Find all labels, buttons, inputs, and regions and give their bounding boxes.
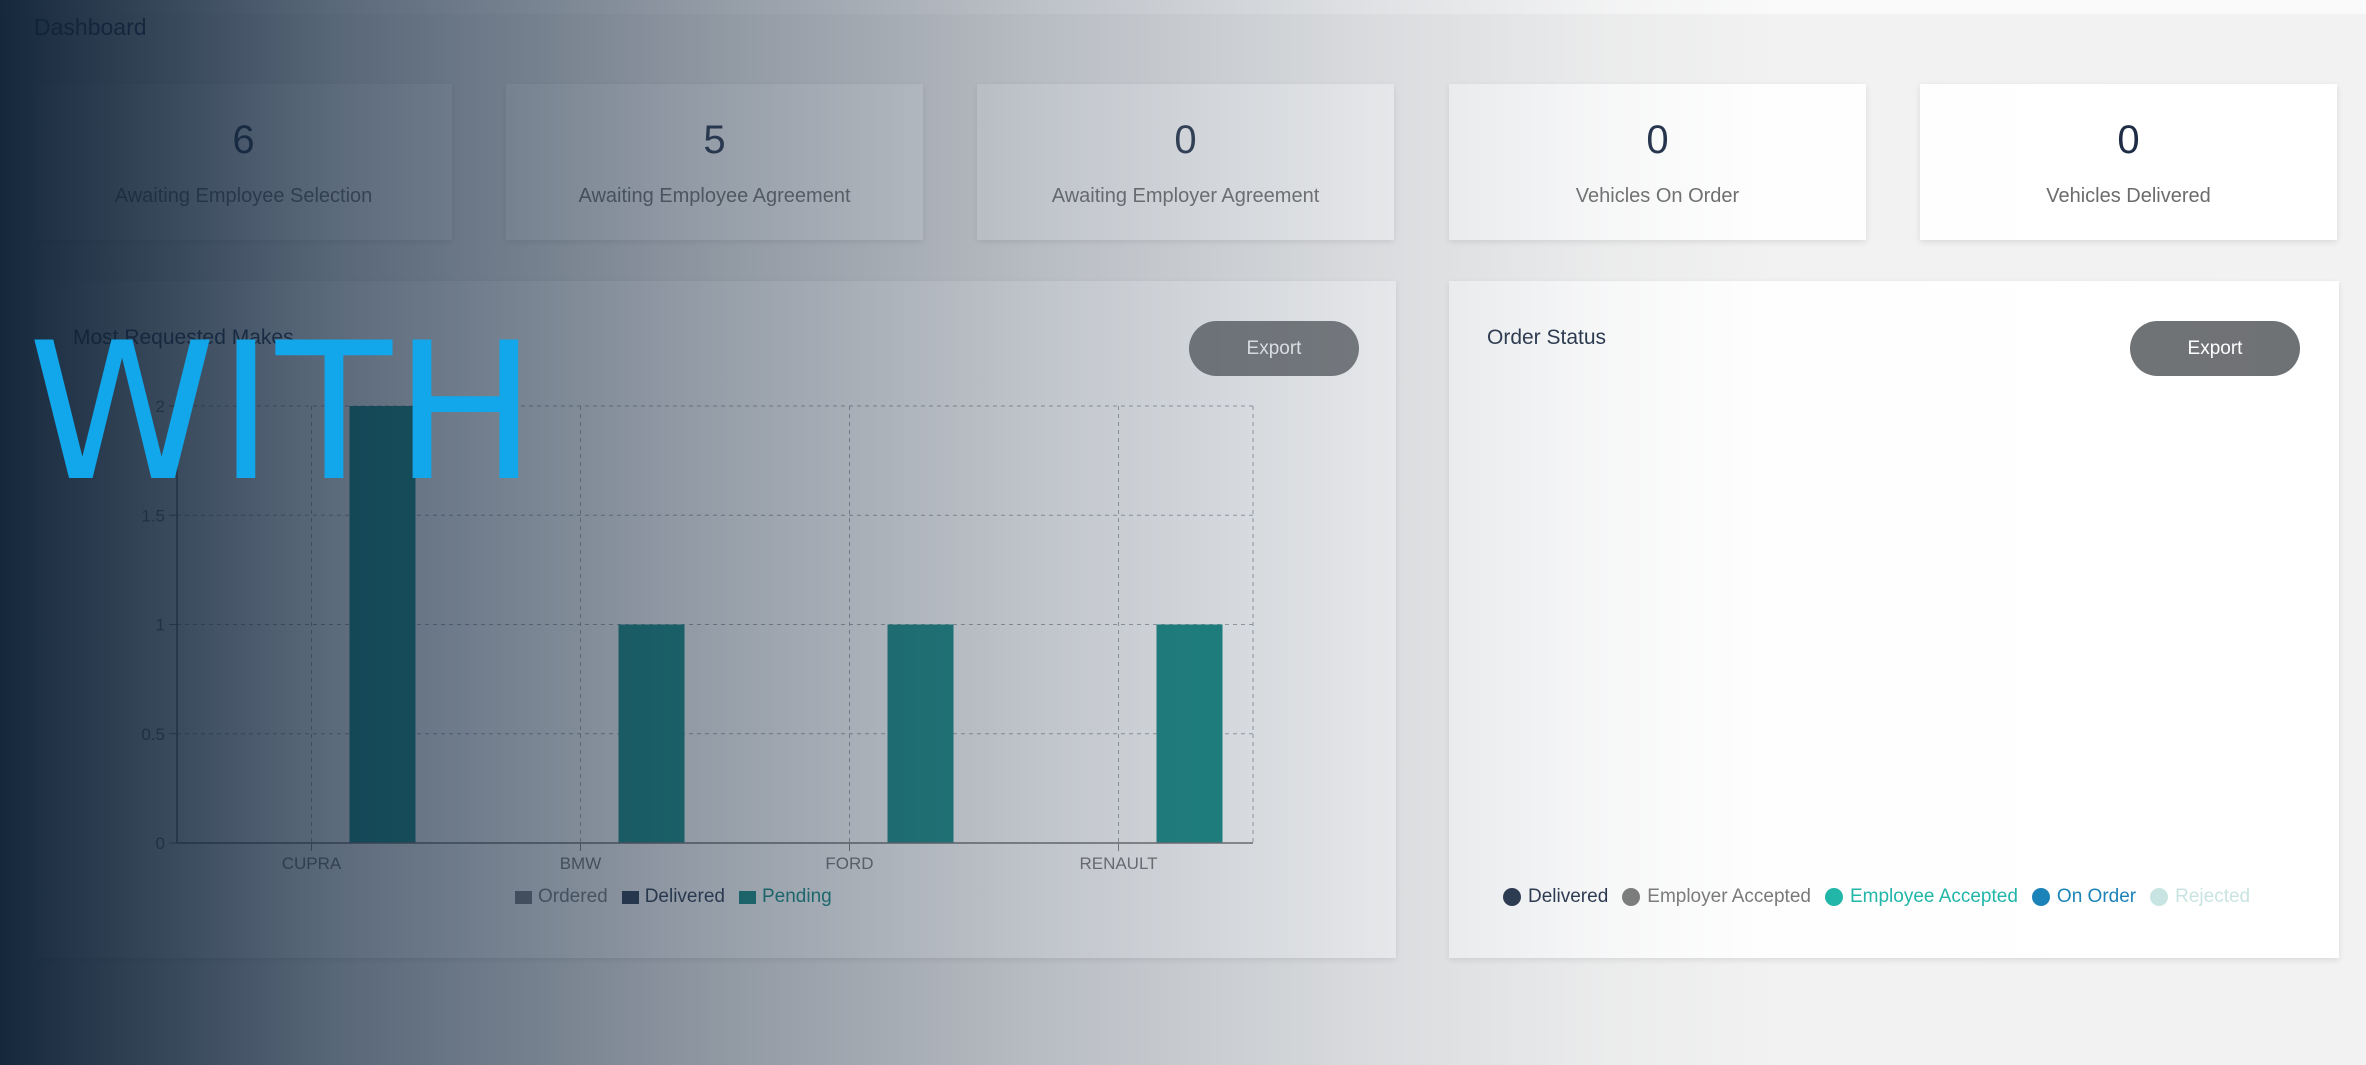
stat-value: 6 xyxy=(232,118,255,162)
y-tick-label: 0.5 xyxy=(141,725,165,744)
legend-item-pending[interactable]: Pending xyxy=(738,886,832,908)
legend-label: Pending xyxy=(761,886,832,907)
stat-label: Vehicles Delivered xyxy=(2046,185,2211,207)
page-title: Dashboard xyxy=(34,14,147,40)
order-status-panel: Order Status Export Delivered Employer A… xyxy=(1449,281,2339,958)
legend-label: Employer Accepted xyxy=(1647,886,1811,907)
stat-card-vehicles-on-order[interactable]: 0 Vehicles On Order xyxy=(1449,84,1866,240)
dot-icon xyxy=(2150,888,2169,906)
legend-item-on-order[interactable]: On Order xyxy=(2031,886,2137,908)
stat-label: Awaiting Employer Agreement xyxy=(1051,185,1320,207)
order-status-legend: Delivered Employer Accepted Employee Acc… xyxy=(1503,886,2264,908)
x-tick-label: FORD xyxy=(825,854,873,873)
stat-value: 0 xyxy=(1174,118,1197,162)
stat-label: Awaiting Employee Agreement xyxy=(578,185,851,207)
legend-label: Delivered xyxy=(644,886,725,907)
legend-item-delivered[interactable]: Delivered xyxy=(1503,886,1608,908)
dot-icon xyxy=(1622,888,1641,906)
stat-value: 5 xyxy=(703,118,726,162)
legend-swatch xyxy=(621,890,639,904)
stat-value: 0 xyxy=(2117,118,2140,162)
legend-label: On Order xyxy=(2056,886,2137,907)
x-tick-label: BMW xyxy=(560,854,602,873)
legend-item-employee-accepted[interactable]: Employee Accepted xyxy=(1824,886,2018,908)
stat-card-vehicles-delivered[interactable]: 0 Vehicles Delivered xyxy=(1920,84,2337,240)
y-tick-label: 0 xyxy=(156,834,165,853)
dot-icon xyxy=(1824,888,1843,906)
top-bar xyxy=(0,0,2366,14)
stat-label: Awaiting Employee Selection xyxy=(114,185,373,207)
stat-value: 0 xyxy=(1646,118,1669,162)
legend-item-rejected[interactable]: Rejected xyxy=(2150,886,2250,908)
dot-icon xyxy=(2031,888,2050,906)
legend-label: Delivered xyxy=(1528,886,1609,907)
export-status-button[interactable]: Export xyxy=(2130,321,2300,376)
stat-card-awaiting-employer-agreement[interactable]: 0 Awaiting Employer Agreement xyxy=(977,84,1394,240)
dot-icon xyxy=(1503,888,1521,906)
stat-label: Vehicles On Order xyxy=(1575,185,1740,207)
x-tick-label: CUPRA xyxy=(282,854,342,873)
legend-swatch xyxy=(738,890,756,904)
y-tick-label: 1 xyxy=(156,616,165,635)
bar-pending-bmw xyxy=(618,624,685,843)
legend-label: Rejected xyxy=(2175,886,2251,907)
stat-card-awaiting-employee-selection[interactable]: 6 Awaiting Employee Selection xyxy=(35,84,452,240)
legend-label: Employee Accepted xyxy=(1849,886,2018,907)
legend-item-employer-accepted[interactable]: Employer Accepted xyxy=(1622,886,1811,908)
bar-pending-ford xyxy=(887,624,954,843)
legend-item-delivered[interactable]: Delivered xyxy=(621,886,725,908)
x-tick-label: RENAULT xyxy=(1079,854,1157,873)
legend-swatch xyxy=(515,890,532,904)
panel-title: Order Status xyxy=(1487,326,1607,349)
legend-label: Ordered xyxy=(538,886,608,907)
chart-legend: Ordered Delivered Pending xyxy=(515,886,846,908)
bar-pending-renault xyxy=(1156,624,1223,843)
legend-item-ordered[interactable]: Ordered xyxy=(515,886,608,908)
watermark-text: WITH xyxy=(28,302,539,523)
stat-card-awaiting-employee-agreement[interactable]: 5 Awaiting Employee Agreement xyxy=(506,84,923,240)
